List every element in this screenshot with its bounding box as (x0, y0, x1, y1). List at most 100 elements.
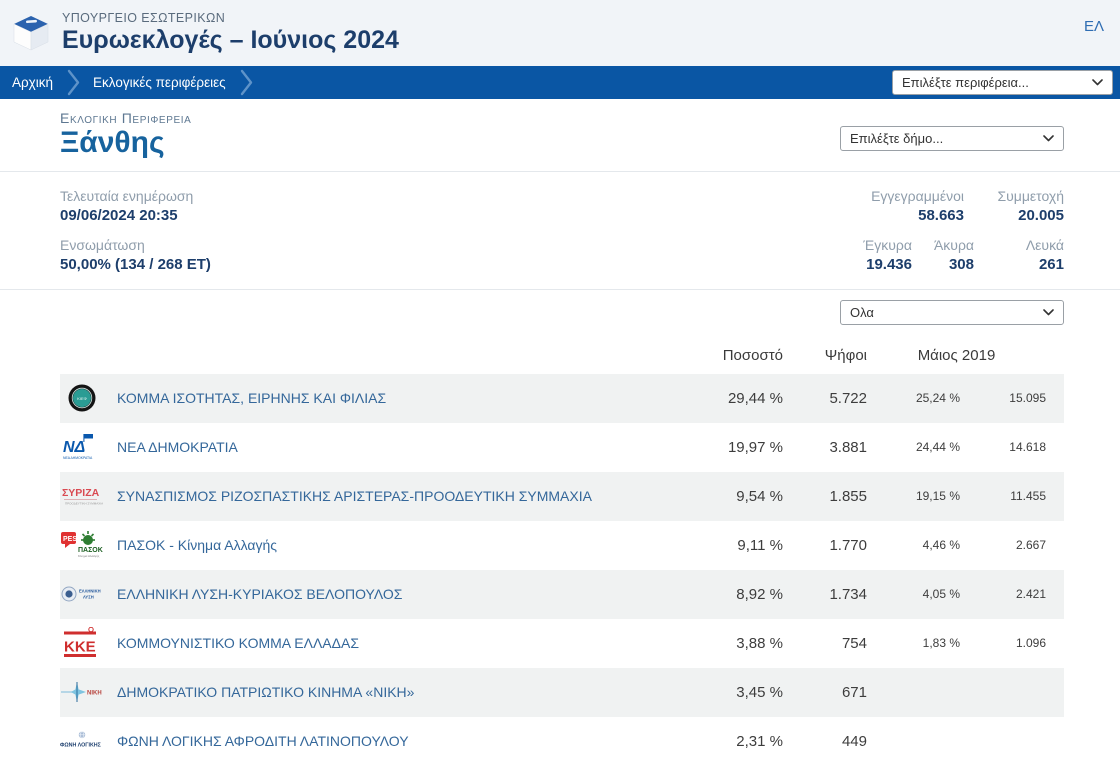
svg-text:KKE: KKE (64, 639, 96, 656)
invalid-label: Άκυρα (933, 236, 974, 253)
valid-value: 19.436 (866, 255, 912, 273)
party-name[interactable]: ΣΥΝΑΣΠΙΣΜΟΣ ΡΙΖΟΣΠΑΣΤΙΚΗΣ ΑΡΙΣΤΕΡΑΣ-ΠΡΟΟ… (117, 488, 592, 504)
votes-value: 1.770 (829, 536, 867, 554)
stats-section: Τελευταία ενημέρωση 09/06/2024 20:35 Ενσ… (0, 172, 1120, 290)
table-header: Ποσοστό Ψήφοι Μάιος 2019 (60, 333, 1064, 374)
party-name[interactable]: ΚΟΜΜΟΥΝΙΣΤΙΚΟ ΚΟΜΜΑ ΕΛΛΑΔΑΣ (117, 635, 359, 651)
election-results-page: ΥΠΟΥΡΓΕΙΟ ΕΣΩΤΕΡΙΚΩΝ Ευρωεκλογές – Ιούνι… (0, 0, 1120, 760)
table-row[interactable]: ΝΙΚΗ ΔΗΜΟΚΡΑΤΙΚΟ ΠΑΤΡΙΩΤΙΚΟ ΚΙΝΗΜΑ «ΝΙΚΗ… (60, 667, 1064, 717)
table-row[interactable]: ΚΙΕΦ ΚΟΜΜΑ ΙΣΟΤΗΤΑΣ, ΕΙΡΗΝΗΣ ΚΑΙ ΦΙΛΙΑΣ … (60, 373, 1064, 423)
svg-text:ΝΙΚΗ: ΝΙΚΗ (87, 691, 102, 697)
table-row[interactable]: ΦΩΝΗ ΛΟΓΙΚΗΣ ΦΩΝΗ ΛΟΓΙΚΗΣ ΑΦΡΟΔΙΤΗ ΛΑΤΙΝ… (60, 717, 1064, 766)
last-update-stat: Τελευταία ενημέρωση 09/06/2024 20:35 (60, 188, 211, 224)
prev-percent-value: 25,24 % (915, 391, 960, 405)
table-row[interactable]: ΕΛΛΗΝΙΚΗ ΛΥΣΗ ΕΛΛΗΝΙΚΗ ΛΥΣΗ-ΚΥΡΙΑΚΟΣ ΒΕΛΟ… (60, 569, 1064, 619)
prev-votes-value: 14.618 (1009, 440, 1046, 454)
valid-label: Έγκυρα (863, 236, 912, 253)
party-logo-nd: ΝΔ ΝΕΑ ΔΗΜΟΚΡΑΤΙΑ (60, 432, 104, 462)
prev-votes-value: 1.096 (1015, 636, 1046, 650)
invalid-stat: Άκυρα 308 (912, 237, 974, 273)
party-name[interactable]: ΠΑΣΟΚ - Κίνημα Αλλαγής (117, 537, 277, 553)
percent-value: 3,88 % (736, 634, 783, 652)
region-label: Εκλογικη Περιφερεια (60, 110, 192, 126)
integration-stat: Ενσωμάτωση 50,00% (134 / 268 ΕΤ) (60, 237, 211, 273)
results-section: Ποσοστό Ψήφοι Μάιος 2019 ΚΙΕΦ ΚΟΜΜΑ ΙΣΟΤ… (0, 333, 1120, 766)
party-logo-pasok: PES ΠΑΣΟΚ Κίνημα Αλλαγής (60, 529, 104, 561)
percent-value: 3,45 % (736, 683, 783, 701)
votes-value: 449 (841, 732, 867, 750)
ballot-box-icon (8, 8, 54, 59)
party-name[interactable]: ΕΛΛΗΝΙΚΗ ΛΥΣΗ-ΚΥΡΙΑΚΟΣ ΒΕΛΟΠΟΥΛΟΣ (117, 586, 402, 602)
integration-label: Ενσωμάτωση (60, 236, 145, 253)
votes-value: 1.855 (829, 487, 867, 505)
svg-text:ΛΥΣΗ: ΛΥΣΗ (83, 595, 94, 600)
turnout-label: Συμμετοχή (997, 187, 1064, 204)
table-row[interactable]: KKE ΚΟΜΜΟΥΝΙΣΤΙΚΟ ΚΟΜΜΑ ΕΛΛΑΔΑΣ 3,88 % 7… (60, 619, 1064, 668)
percent-value: 19,97 % (727, 438, 783, 456)
votes-value: 5.722 (829, 389, 867, 407)
percent-value: 8,92 % (736, 585, 783, 603)
svg-text:ΠΡΟΟΔΕΥΤΙΚΗ ΣΥΜΜΑΧΙΑ: ΠΡΟΟΔΕΥΤΙΚΗ ΣΥΜΜΑΧΙΑ (65, 502, 103, 506)
prev-percent-value: 19,15 % (915, 489, 960, 503)
page-title: Ευρωεκλογές – Ιούνιος 2024 (62, 26, 399, 55)
column-header-votes: Ψήφοι (824, 346, 867, 364)
municipality-select-value: Επιλέξτε δήμο... (850, 130, 944, 146)
percent-value: 9,11 % (737, 536, 783, 554)
turnout-stat: Συμμετοχή 20.005 (964, 188, 1064, 224)
ballot-filter-select[interactable]: Ολα (840, 299, 1064, 325)
svg-text:ΦΩΝΗ ΛΟΓΙΚΗΣ: ΦΩΝΗ ΛΟΓΙΚΗΣ (60, 743, 102, 749)
votes-value: 3.881 (829, 438, 867, 456)
percent-value: 2,31 % (736, 732, 783, 750)
language-toggle[interactable]: ΕΛ (1084, 18, 1104, 35)
results-rows: ΚΙΕΦ ΚΟΜΜΑ ΙΣΟΤΗΤΑΣ, ΕΙΡΗΝΗΣ ΚΑΙ ΦΙΛΙΑΣ … (60, 373, 1064, 766)
region-name: Ξάνθης (60, 126, 165, 159)
svg-text:ΠΑΣΟΚ: ΠΑΣΟΚ (78, 547, 103, 554)
column-header-may2019: Μάιος 2019 (917, 346, 996, 364)
chevron-down-icon (1043, 308, 1054, 315)
breadcrumb-districts[interactable]: Εκλογικές περιφέρειες (81, 75, 240, 90)
table-row[interactable]: ΣΥΡΙΖΑ ΠΡΟΟΔΕΥΤΙΚΗ ΣΥΜΜΑΧΙΑ ΣΥΝΑΣΠΙΣΜΟΣ Ρ… (60, 471, 1064, 521)
prev-percent-value: 4,05 % (922, 587, 960, 601)
votes-value: 1.734 (829, 585, 867, 603)
registered-label: Εγγεγραμμένοι (871, 187, 964, 204)
valid-stat: Έγκυρα 19.436 (863, 237, 912, 273)
votes-value: 754 (841, 634, 867, 652)
party-logo-kke: KKE (60, 627, 104, 659)
region-select[interactable]: Επιλέξτε περιφέρεια... (892, 70, 1113, 95)
party-name[interactable]: ΚΟΜΜΑ ΙΣΟΤΗΤΑΣ, ΕΙΡΗΝΗΣ ΚΑΙ ΦΙΛΙΑΣ (117, 390, 386, 406)
party-logo-syriza: ΣΥΡΙΖΑ ΠΡΟΟΔΕΥΤΙΚΗ ΣΥΜΜΑΧΙΑ (60, 482, 104, 510)
breadcrumb: Αρχική Εκλογικές περιφέρειες Επιλέξτε πε… (0, 66, 1120, 99)
prev-votes-value: 11.455 (1010, 489, 1046, 503)
blank-stat: Λευκά 261 (974, 237, 1064, 273)
svg-text:ΚΙΕΦ: ΚΙΕΦ (77, 396, 87, 401)
party-logo-niki: ΝΙΚΗ (60, 680, 104, 704)
last-update-label: Τελευταία ενημέρωση (60, 187, 194, 204)
percent-value: 29,44 % (727, 389, 783, 407)
ballot-filter-value: Ολα (850, 304, 874, 320)
chevron-right-icon (67, 66, 81, 99)
breadcrumb-home[interactable]: Αρχική (0, 75, 67, 90)
chevron-down-icon (1043, 134, 1054, 142)
table-row[interactable]: ΝΔ ΝΕΑ ΔΗΜΟΚΡΑΤΙΑ ΝΕΑ ΔΗΜΟΚΡΑΤΙΑ 19,97 % … (60, 423, 1064, 472)
table-row[interactable]: PES ΠΑΣΟΚ Κίνημα Αλλαγής ΠΑΣΟΚ - Κίνημα Αλ… (60, 521, 1064, 570)
invalid-value: 308 (948, 255, 974, 273)
brand[interactable]: ΥΠΟΥΡΓΕΙΟ ΕΣΩΤΕΡΙΚΩΝ Ευρωεκλογές – Ιούνι… (8, 8, 399, 59)
last-update-value: 09/06/2024 20:35 (60, 206, 178, 224)
party-logo-kief: ΚΙΕΦ (60, 383, 104, 413)
party-name[interactable]: ΔΗΜΟΚΡΑΤΙΚΟ ΠΑΤΡΙΩΤΙΚΟ ΚΙΝΗΜΑ «ΝΙΚΗ» (117, 684, 414, 700)
chevron-down-icon (1092, 79, 1103, 86)
party-logo-foni-logikis: ΦΩΝΗ ΛΟΓΙΚΗΣ (60, 730, 104, 752)
chevron-right-icon (240, 66, 254, 99)
municipality-select[interactable]: Επιλέξτε δήμο... (840, 125, 1064, 151)
integration-value: 50,00% (134 / 268 ΕΤ) (60, 255, 211, 273)
svg-text:ΝΔ: ΝΔ (63, 439, 86, 456)
party-name[interactable]: ΝΕΑ ΔΗΜΟΚΡΑΤΙΑ (117, 439, 238, 455)
blank-value: 261 (1038, 255, 1064, 273)
column-header-percent: Ποσοστό (722, 346, 783, 364)
party-name[interactable]: ΦΩΝΗ ΛΟΓΙΚΗΣ ΑΦΡΟΔΙΤΗ ΛΑΤΙΝΟΠΟΥΛΟΥ (117, 733, 409, 749)
region-select-value: Επιλέξτε περιφέρεια... (902, 75, 1029, 90)
party-logo-elliniki-lysi: ΕΛΛΗΝΙΚΗ ΛΥΣΗ (60, 581, 104, 607)
prev-votes-value: 15.095 (1009, 391, 1046, 405)
registered-stat: Εγγεγραμμένοι 58.663 (871, 188, 964, 224)
prev-percent-value: 24,44 % (915, 440, 960, 454)
